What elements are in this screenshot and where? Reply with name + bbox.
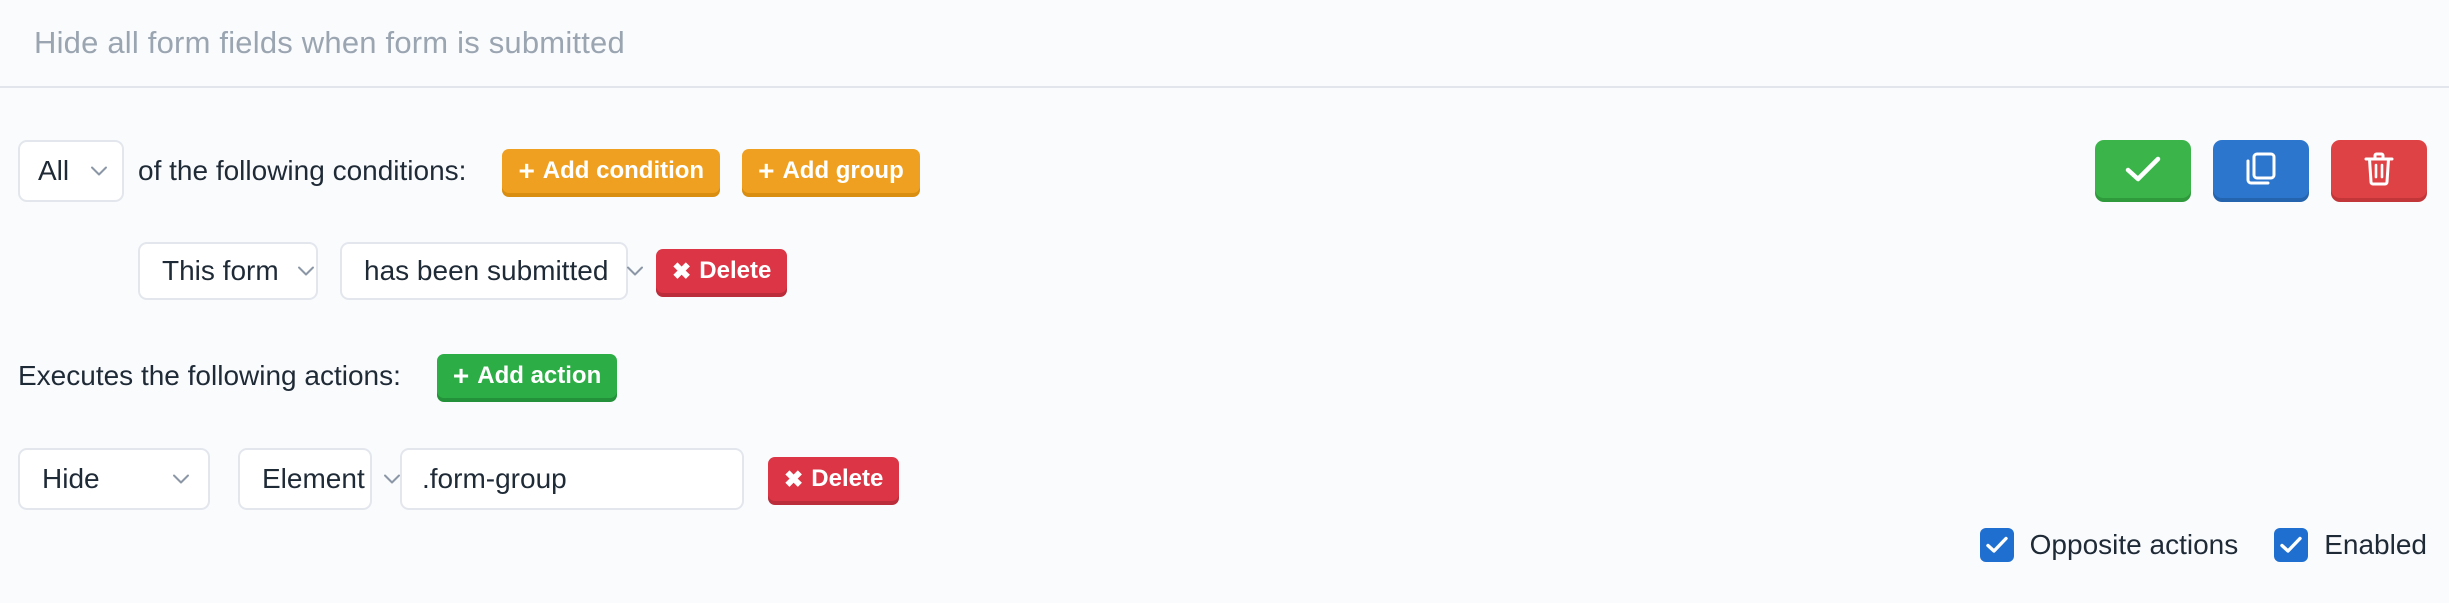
delete-action-button[interactable]: ✖ Delete (768, 457, 900, 501)
chevron-down-icon (624, 260, 646, 282)
save-rule-button[interactable] (2095, 140, 2191, 198)
add-action-button[interactable]: + Add action (436, 354, 618, 398)
opposite-actions-label: Opposite actions (2029, 529, 2239, 560)
check-icon (2124, 154, 2162, 184)
chevron-down-icon (88, 160, 110, 182)
actions-label: Executes the following actions: (18, 360, 401, 391)
duplicate-rule-button[interactable] (2213, 140, 2309, 198)
add-condition-button[interactable]: + Add condition (502, 149, 721, 193)
match-type-select[interactable]: All (18, 140, 124, 202)
add-action-label: Add action (477, 362, 602, 389)
add-group-label: Add group (782, 157, 904, 184)
action-type-value: Hide (42, 463, 100, 494)
condition-subject-select[interactable]: This form (138, 242, 318, 300)
condition-row: This form has been submitted ✖ Delete (138, 242, 788, 300)
page-title: Hide all form fields when form is submit… (34, 25, 625, 60)
delete-rule-button[interactable] (2331, 140, 2427, 198)
plus-icon: + (518, 155, 535, 186)
delete-condition-button[interactable]: ✖ Delete (656, 249, 788, 293)
conditions-header-row: All of the following conditions: + Add c… (18, 140, 920, 202)
action-target-select[interactable]: Element (238, 448, 400, 510)
rule-action-buttons (2095, 140, 2427, 198)
enabled-label: Enabled (2324, 529, 2427, 560)
actions-header-row: Executes the following actions: + Add ac… (18, 352, 618, 400)
plus-icon: + (452, 360, 470, 391)
copy-icon (2245, 152, 2277, 186)
match-type-value: All (38, 155, 70, 186)
chevron-down-icon (170, 468, 192, 490)
footer-options: Opposite actions Enabled (1979, 528, 2427, 562)
action-type-select[interactable]: Hide (18, 448, 210, 510)
delete-action-label: Delete (811, 465, 884, 492)
close-icon: ✖ (672, 257, 692, 284)
chevron-down-icon (295, 260, 317, 282)
add-condition-label: Add condition (542, 157, 705, 184)
action-target-value: Element (262, 463, 365, 494)
checkbox-checked-icon (1979, 528, 2014, 562)
checkbox-checked-icon (2274, 528, 2309, 562)
condition-operator-select[interactable]: has been submitted (340, 242, 644, 300)
enabled-checkbox[interactable]: Enabled (2274, 528, 2427, 562)
condition-subject-value: This form (162, 255, 279, 286)
trash-icon (2364, 152, 2394, 186)
action-value-input[interactable] (400, 448, 744, 510)
add-group-button[interactable]: + Add group (742, 149, 920, 193)
action-row: Hide Element ✖ Delete (18, 448, 900, 510)
conditions-label: of the following conditions: (138, 155, 467, 186)
plus-icon: + (758, 155, 775, 186)
rule-header: Hide all form fields when form is submit… (0, 0, 2449, 88)
delete-condition-label: Delete (699, 257, 772, 284)
conditional-logic-rule-panel: Hide all form fields when form is submit… (0, 0, 2449, 603)
opposite-actions-checkbox[interactable]: Opposite actions (1979, 528, 2239, 562)
close-icon: ✖ (784, 465, 804, 492)
condition-operator-value: has been submitted (364, 255, 609, 286)
